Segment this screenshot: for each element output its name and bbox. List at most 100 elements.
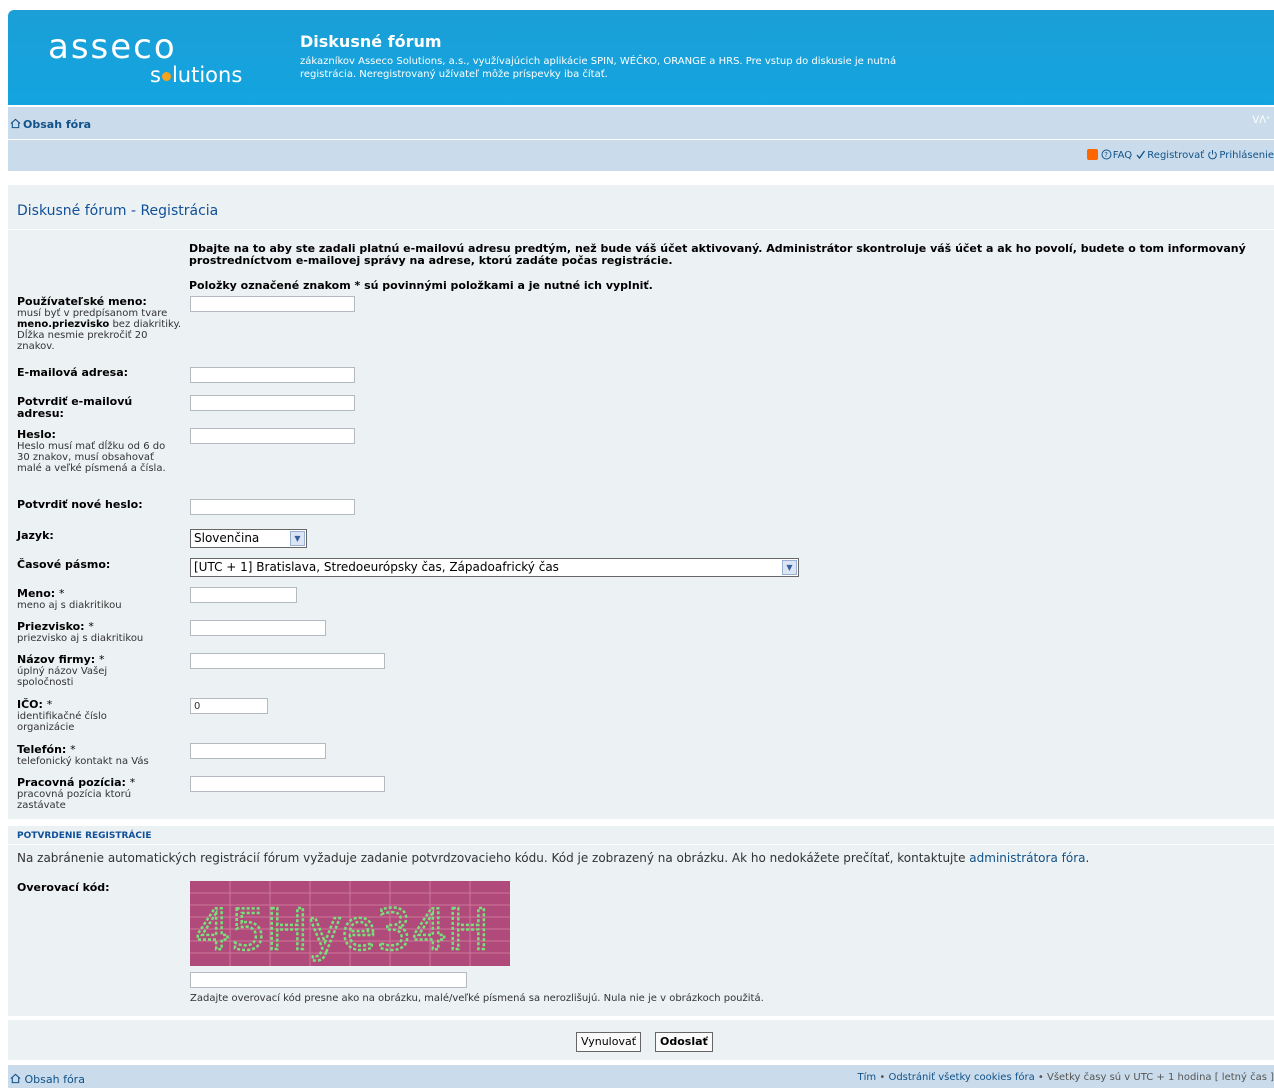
email-confirm-row: Potvrdiť e-mailovú adresu: xyxy=(17,396,147,420)
ico-label: IČO: * xyxy=(17,699,147,711)
password-confirm-input[interactable] xyxy=(190,499,355,515)
position-label-text: Pracovná pozícia: xyxy=(17,776,130,789)
captcha-image: 45Hye34H xyxy=(190,881,510,966)
home-icon xyxy=(10,118,21,129)
ico-row: IČO: * identifikačné číslo organizácie xyxy=(17,699,147,734)
login-link[interactable]: Prihlásenie xyxy=(1219,150,1274,161)
footer-links: Tím • Odstrániť všetky cookies fóra • Vš… xyxy=(858,1072,1274,1083)
breadcrumb[interactable]: Obsah fóra xyxy=(10,118,91,131)
required-star: * xyxy=(129,776,136,789)
faq-link[interactable]: FAQ xyxy=(1113,150,1132,161)
username-input[interactable] xyxy=(190,296,355,312)
intro-text: Dbajte na to aby ste zadali platnú e-mai… xyxy=(189,242,1246,267)
password-confirm-row: Potvrdiť nové heslo: xyxy=(17,499,143,511)
registration-panel: Diskusné fórum - Registrácia Dbajte na t… xyxy=(8,185,1274,819)
email-confirm-label: Potvrdiť e-mailovú adresu: xyxy=(17,395,133,420)
phone-explain: telefonický kontakt na Vás xyxy=(17,756,149,767)
phone-input[interactable] xyxy=(190,743,326,759)
password-input[interactable] xyxy=(190,428,355,444)
footer: Obsah fóra Tím • Odstrániť všetky cookie… xyxy=(8,1065,1274,1088)
breadcrumb-label: Obsah fóra xyxy=(23,118,92,131)
company-row: Názov firmy: * úplný názov Vašej spoločn… xyxy=(17,654,157,689)
logo-subtitle: s lutions xyxy=(150,63,242,87)
logo-wordmark: asseco xyxy=(48,27,177,67)
phone-label-text: Telefón: xyxy=(17,743,71,756)
nav-top: Obsah fóra ᐯᐱᐩ xyxy=(8,107,1274,140)
required-star: * xyxy=(88,620,94,633)
asseco-logo[interactable]: asseco s lutions xyxy=(48,30,278,90)
required-note: Položky označené znakom * sú povinnými p… xyxy=(189,279,653,292)
language-row: Jazyk: xyxy=(17,530,54,542)
timezone-select[interactable]: [UTC + 1] Bratislava, Stredoeurópsky čas… xyxy=(190,558,799,577)
company-label: Názov firmy: * xyxy=(17,654,157,666)
page-title: Diskusné fórum - Registrácia xyxy=(17,203,219,219)
company-input[interactable] xyxy=(190,653,385,669)
ico-input[interactable]: 0 xyxy=(190,698,268,714)
language-select[interactable]: Slovenčina ▼ xyxy=(190,529,307,548)
password-confirm-label: Potvrdiť nové heslo: xyxy=(17,498,143,511)
username-exp-bold: meno.priezvisko xyxy=(17,319,110,330)
firstname-input[interactable] xyxy=(190,587,297,603)
rss-icon[interactable] xyxy=(1086,149,1098,160)
footer-separator: • xyxy=(876,1072,889,1083)
logo-dot xyxy=(161,71,171,81)
site-title: Diskusné fórum xyxy=(300,32,442,51)
required-star: * xyxy=(59,587,65,600)
position-input[interactable] xyxy=(190,776,385,792)
ico-label-text: IČO: xyxy=(17,698,47,711)
position-label: Pracovná pozícia: * xyxy=(17,777,157,789)
confirm-heading: POTVRDENIE REGISTRÁCIE xyxy=(17,831,152,841)
power-icon xyxy=(1207,149,1218,163)
submit-button[interactable]: Odoslať xyxy=(655,1032,713,1052)
site-header: asseco s lutions Diskusné fórum zákazníko… xyxy=(8,10,1274,105)
company-explain: úplný názov Vašej spoločnosti xyxy=(17,666,108,688)
username-explain: musí byť v predpísanom tvare meno.priezv… xyxy=(17,308,182,352)
required-star: * xyxy=(70,743,76,756)
reset-button[interactable]: Vynulovať xyxy=(576,1032,642,1052)
lastname-row: Priezvisko: * priezvisko aj s diakritiko… xyxy=(17,620,182,645)
svg-text:?: ? xyxy=(1104,151,1108,159)
lastname-explain: priezvisko aj s diakritikou xyxy=(17,633,144,644)
register-icon xyxy=(1135,149,1146,163)
firstname-explain: meno aj s diakritikou xyxy=(17,600,122,611)
password-row: Heslo: Heslo musí mať dĺžku od 6 do 30 z… xyxy=(17,428,172,475)
username-label: Používateľské meno: xyxy=(17,295,147,308)
username-row: Používateľské meno: musí byť v predpísan… xyxy=(17,295,182,353)
delete-cookies-link[interactable]: Odstrániť všetky cookies fóra xyxy=(888,1072,1034,1083)
firstname-label: Meno: * xyxy=(17,588,182,600)
position-row: Pracovná pozícia: * pracovná pozícia kto… xyxy=(17,777,157,812)
position-explain: pracovná pozícia ktorú zastávate xyxy=(17,789,132,811)
confirm-text-body: Na zabránenie automatických registrácií … xyxy=(17,851,970,865)
language-value: Slovenčina xyxy=(194,531,260,545)
team-link[interactable]: Tím xyxy=(858,1072,877,1083)
admin-link[interactable]: administrátora fóra xyxy=(969,851,1085,865)
site-description: zákazníkov Asseco Solutions, a.s., využí… xyxy=(300,56,897,80)
home-icon xyxy=(10,1073,21,1084)
lastname-input[interactable] xyxy=(190,620,326,636)
email-input[interactable] xyxy=(190,367,355,383)
password-label: Heslo: xyxy=(17,428,56,441)
faq-icon: ? xyxy=(1101,149,1112,163)
firstname-label-text: Meno: xyxy=(17,587,60,600)
email-label: E-mailová adresa: xyxy=(17,366,129,379)
font-resize-icon[interactable]: ᐯᐱᐩ xyxy=(1252,115,1270,126)
confirm-text-end: . xyxy=(1085,851,1090,865)
divider xyxy=(8,844,1274,845)
email-confirm-input[interactable] xyxy=(190,395,355,411)
footer-timezone-text: • Všetky časy sú v UTC + 1 hodina [ letn… xyxy=(1034,1072,1274,1083)
captcha-text: 45Hye34H xyxy=(195,898,489,963)
firstname-row: Meno: * meno aj s diakritikou xyxy=(17,588,182,612)
code-hint: Zadajte overovací kód presne ako na obrá… xyxy=(190,993,764,1004)
logo-sub-s: s xyxy=(150,63,161,87)
code-input[interactable] xyxy=(190,972,467,988)
ico-explain: identifikačné číslo organizácie xyxy=(17,711,107,733)
phone-row: Telefón: * telefonický kontakt na Vás xyxy=(17,744,182,768)
timezone-row: Časové pásmo: xyxy=(17,559,110,571)
chevron-down-icon: ▼ xyxy=(290,531,305,546)
register-link[interactable]: Registrovať xyxy=(1147,150,1204,161)
confirm-panel: POTVRDENIE REGISTRÁCIE Na zabránenie aut… xyxy=(8,826,1274,1016)
footer-breadcrumb[interactable]: Obsah fóra xyxy=(10,1073,85,1086)
phone-label: Telefón: * xyxy=(17,744,182,756)
divider xyxy=(8,229,1274,230)
timezone-label: Časové pásmo: xyxy=(17,558,111,571)
